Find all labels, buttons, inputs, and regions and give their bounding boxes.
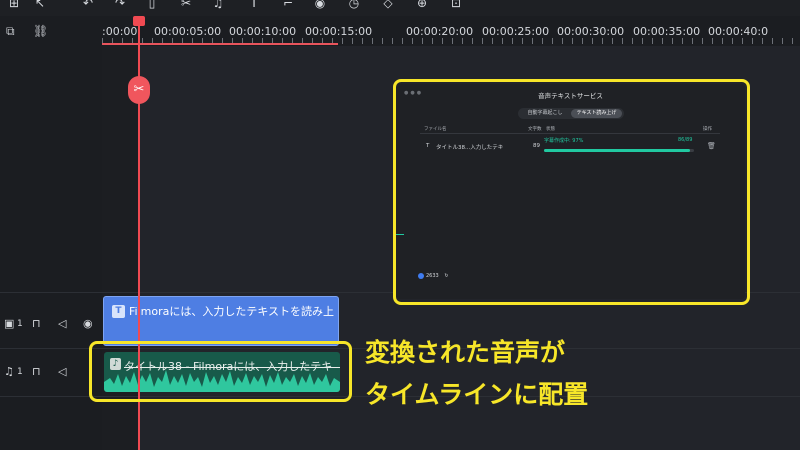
- audio-icon[interactable]: ♫: [210, 0, 226, 10]
- ruler-label: 00:00:20:00: [406, 25, 474, 38]
- color-icon[interactable]: ◉: [312, 0, 328, 10]
- grid-icon[interactable]: ⊞: [6, 0, 22, 10]
- top-toolbar: ⊞ ↖ ↶ ↷ ▯ ✂ ♫ T ⌐ ◉ ◷ ◇ ⊕ ⊡: [0, 0, 800, 16]
- text-clip-label: Filmoraには、入力したテキストを読み上げ…: [129, 305, 334, 318]
- ruler-label: 00:00:25:00: [482, 25, 550, 38]
- more-icon[interactable]: ⊡: [448, 0, 464, 10]
- volume-icon[interactable]: ◁: [58, 316, 66, 332]
- track-header-panel: [0, 46, 102, 450]
- delete-icon[interactable]: ▯: [144, 0, 160, 10]
- ruler-label: 00:00:30:00: [557, 25, 625, 38]
- lock-icon[interactable]: ⊓: [32, 316, 41, 332]
- text-icon[interactable]: T: [246, 0, 262, 10]
- callout-line-2: タイムラインに配置: [365, 380, 589, 409]
- split-scissors-icon[interactable]: ✂: [128, 76, 150, 104]
- ruler-label: 00:00:35:00: [633, 25, 701, 38]
- select-tool-icon[interactable]: ↖: [32, 0, 48, 10]
- add-track-icon[interactable]: ⧉: [6, 24, 15, 39]
- volume-icon[interactable]: ◁: [58, 364, 66, 380]
- text-track-header: ▣ 1 ⊓ ◁ ◉: [0, 316, 102, 340]
- ruler-label: 00:00:05:00: [154, 25, 222, 38]
- track-number: 1: [17, 319, 23, 329]
- undo-icon[interactable]: ↶: [80, 0, 96, 10]
- keyframe-icon[interactable]: ◇: [380, 0, 396, 10]
- audio-clip-highlight-box: [89, 341, 352, 402]
- eye-icon[interactable]: ◉: [83, 316, 93, 332]
- crop-icon[interactable]: ⌐: [280, 0, 296, 10]
- dialog-highlight-box: [393, 79, 750, 305]
- speed-icon[interactable]: ◷: [346, 0, 362, 10]
- music-track-icon: ♫: [4, 365, 14, 378]
- audio-track-header: ♫ 1 ⊓ ◁: [0, 364, 102, 388]
- lock-icon[interactable]: ⊓: [32, 364, 41, 380]
- ruler-label: 00:00:40:0: [708, 25, 769, 38]
- link-icon[interactable]: ⛓: [33, 24, 48, 38]
- track-number: 1: [17, 367, 23, 377]
- title-clip-icon: T: [112, 305, 125, 318]
- callout-line-1: 変換された音声が: [365, 338, 566, 367]
- text-track-icon: ▣: [4, 317, 15, 330]
- redo-icon[interactable]: ↷: [112, 0, 128, 10]
- ruler-label: 00:00:10:00: [229, 25, 297, 38]
- ruler-label: 00:00:15:00: [305, 25, 373, 38]
- cut-icon[interactable]: ✂: [178, 0, 194, 10]
- ai-icon[interactable]: ⊕: [414, 0, 430, 10]
- playhead-handle[interactable]: [133, 16, 145, 26]
- ruler-label: :00:00: [102, 25, 138, 38]
